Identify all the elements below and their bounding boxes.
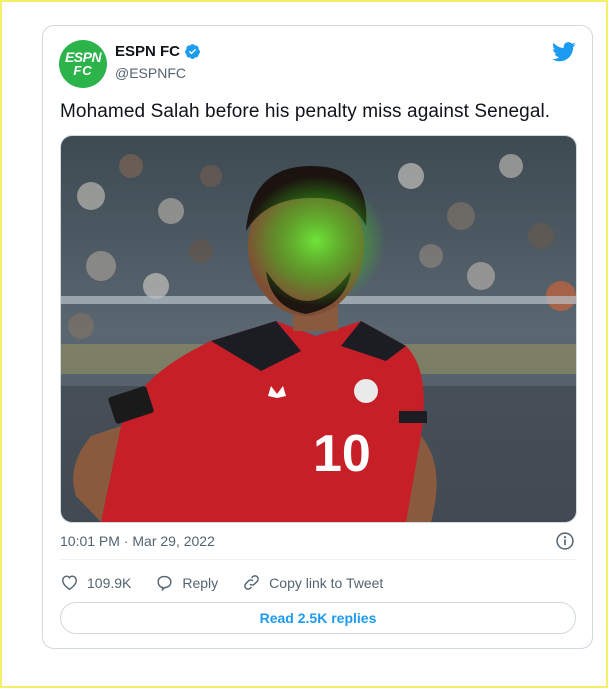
reply-button[interactable]: Reply: [155, 573, 218, 592]
author-handle[interactable]: @ESPNFC: [115, 65, 186, 81]
jersey-number: 10: [313, 425, 371, 483]
like-button[interactable]: 109.9K: [60, 573, 131, 592]
tweet-actions: 109.9K Reply Copy link to Tweet: [60, 573, 407, 592]
info-icon[interactable]: [555, 531, 575, 551]
divider: [60, 559, 576, 560]
read-replies-button[interactable]: Read 2.5K replies: [60, 602, 576, 634]
heart-icon: [62, 575, 77, 591]
tweet-media-photo[interactable]: 10: [60, 135, 577, 523]
author-name-row[interactable]: ESPN FC: [115, 43, 201, 60]
author-display-name[interactable]: ESPN FC: [115, 43, 180, 60]
photo-illustration: 10: [61, 136, 576, 522]
link-icon: [244, 575, 259, 590]
like-count: 109.9K: [87, 574, 132, 591]
verified-badge-icon: [185, 44, 200, 59]
avatar-logo-line2: FC: [73, 63, 93, 78]
author-avatar[interactable]: ESPN FC: [59, 40, 107, 88]
screenshot-frame: ESPN FC ESPN FC @ESPNFC Mohamed Salah be…: [0, 0, 608, 688]
twitter-bird-icon[interactable]: [552, 42, 576, 62]
copy-link-label: Copy link to Tweet: [269, 574, 384, 591]
reply-label: Reply: [182, 574, 219, 591]
tweet-card[interactable]: ESPN FC ESPN FC @ESPNFC Mohamed Salah be…: [42, 25, 593, 649]
copy-link-button[interactable]: Copy link to Tweet: [242, 573, 383, 592]
tweet-text: Mohamed Salah before his penalty miss ag…: [60, 101, 551, 122]
reply-icon: [157, 575, 172, 592]
tweet-timestamp[interactable]: 10:01 PM · Mar 29, 2022: [60, 533, 215, 549]
